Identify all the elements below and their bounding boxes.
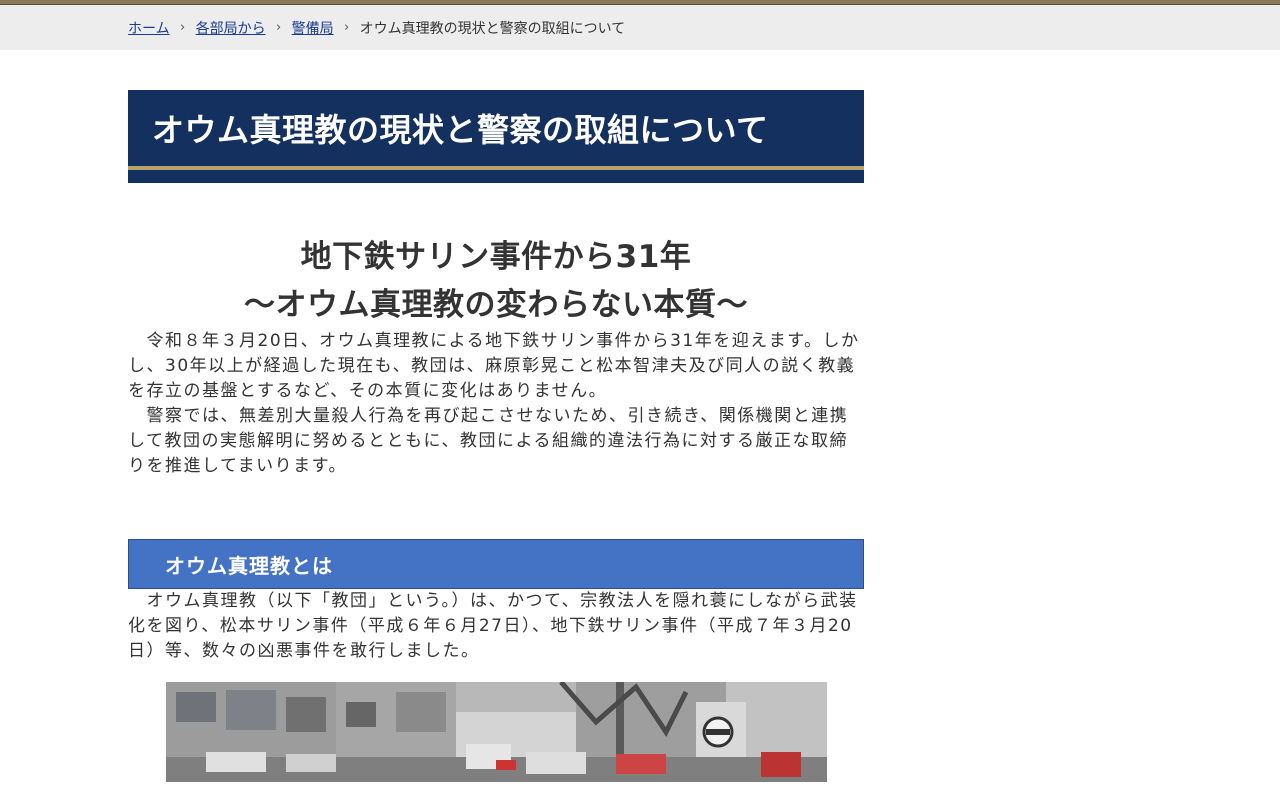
breadcrumb-home-link[interactable]: ホーム: [128, 18, 170, 38]
incident-photo: [166, 682, 827, 782]
breadcrumb-security-bureau-link[interactable]: 警備局: [292, 18, 334, 38]
page-title-banner: オウム真理教の現状と警察の取組について: [128, 90, 864, 183]
lead-heading: 地下鉄サリン事件から31年 ～オウム真理教の変わらない本質～: [128, 233, 864, 329]
lead-paragraph-1: 令和８年３月20日、オウム真理教による地下鉄サリン事件から31年を迎えます。しか…: [128, 331, 860, 401]
title-gold-rule: [128, 166, 864, 170]
incident-photo-illustration: [166, 682, 827, 782]
breadcrumb-current: オウム真理教の現状と警察の取組について: [359, 20, 626, 37]
breadcrumb-bureaus-link[interactable]: 各部局から: [196, 18, 266, 38]
lead-heading-line1: 地下鉄サリン事件から31年: [300, 239, 692, 275]
section-heading-bar: オウム真理教とは: [128, 539, 864, 589]
page-title: オウム真理教の現状と警察の取組について: [152, 111, 769, 149]
section-heading: オウム真理教とは: [165, 553, 333, 578]
chevron-right-icon: ›: [275, 20, 282, 35]
section-paragraph: オウム真理教（以下「教団」という。）は、かつて、宗教法人を隠れ蓑にしながら武装化…: [128, 591, 858, 661]
breadcrumb: ホーム › 各部局から › 警備局 › オウム真理教の現状と警察の取組について: [0, 5, 1280, 50]
chevron-right-icon: ›: [179, 20, 186, 35]
lead-heading-line2: ～オウム真理教の変わらない本質～: [244, 287, 748, 323]
lead-paragraph-2: 警察では、無差別大量殺人行為を再び起こさせないため、引き続き、関係機関と連携して…: [128, 406, 849, 476]
main-content: オウム真理教の現状と警察の取組について 地下鉄サリン事件から31年 ～オウム真理…: [128, 90, 864, 782]
chevron-right-icon: ›: [343, 20, 350, 35]
